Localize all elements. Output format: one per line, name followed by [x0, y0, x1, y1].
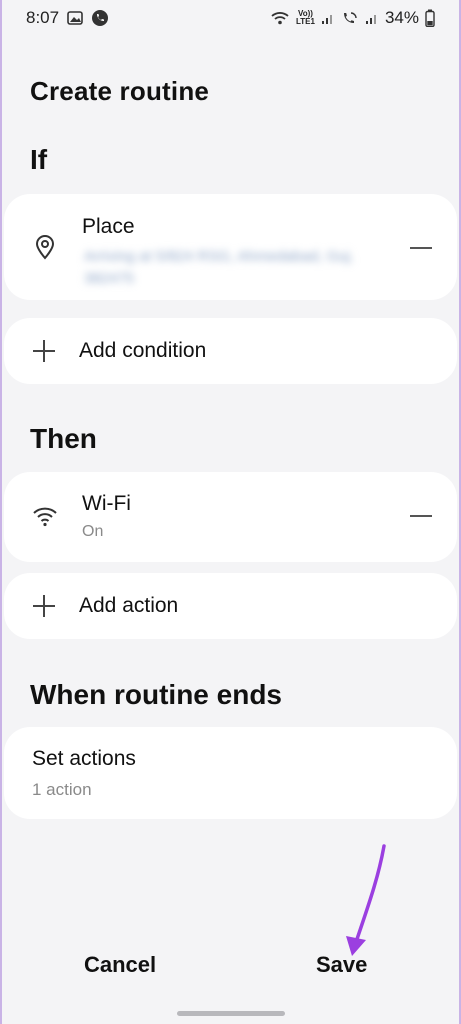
- save-button[interactable]: Save: [316, 952, 367, 978]
- minus-icon: [410, 247, 432, 249]
- page-title: Create routine: [30, 76, 210, 106]
- location-pin-icon: [32, 234, 58, 260]
- annotation-arrow-icon: [346, 844, 386, 956]
- set-actions-title: Set actions: [32, 747, 136, 770]
- plus-icon: [32, 594, 56, 618]
- wifi-icon: [32, 503, 58, 529]
- add-condition-label: Add condition: [79, 339, 207, 362]
- routine-ends-heading: When routine ends: [30, 679, 282, 710]
- cancel-button[interactable]: Cancel: [84, 952, 156, 978]
- plus-icon: [32, 339, 56, 363]
- action-status: On: [82, 523, 104, 540]
- condition-title: Place: [82, 215, 135, 238]
- add-condition-button[interactable]: Add condition: [4, 318, 457, 384]
- condition-card-place[interactable]: Place Arriving at 5/824 RSG, Ahmedabad, …: [4, 194, 457, 300]
- remove-condition-button[interactable]: [407, 234, 435, 262]
- action-card-wifi[interactable]: Wi-Fi On: [4, 472, 457, 562]
- status-bar: 8:07 Vo)) LTE1 34%: [2, 0, 459, 36]
- set-actions-card[interactable]: Set actions 1 action: [4, 727, 457, 819]
- gallery-notification-icon: [67, 10, 83, 26]
- minus-icon: [410, 515, 432, 517]
- condition-location-blurred: Arriving at 5/824 RSG, Ahmedabad, Guj. 3…: [84, 248, 355, 287]
- then-heading: Then: [30, 423, 97, 454]
- battery-icon: [425, 9, 435, 27]
- set-actions-count: 1 action: [32, 780, 92, 799]
- action-title: Wi-Fi: [82, 492, 131, 515]
- phone-call-icon: [91, 9, 109, 27]
- wifi-calling-icon: [341, 10, 359, 26]
- remove-action-button[interactable]: [407, 502, 435, 530]
- add-action-label: Add action: [79, 594, 179, 617]
- status-time: 8:07: [26, 8, 60, 27]
- battery-percentage: 34%: [384, 8, 419, 27]
- if-heading: If: [30, 144, 48, 175]
- add-action-button[interactable]: Add action: [4, 573, 457, 639]
- cell-signal-2-icon: [365, 11, 379, 25]
- navigation-handle[interactable]: [176, 1011, 285, 1016]
- volte-lte-icon: Vo)) LTE1: [296, 9, 315, 26]
- wifi-signal-icon: [270, 10, 290, 26]
- cell-signal-icon: [321, 11, 335, 25]
